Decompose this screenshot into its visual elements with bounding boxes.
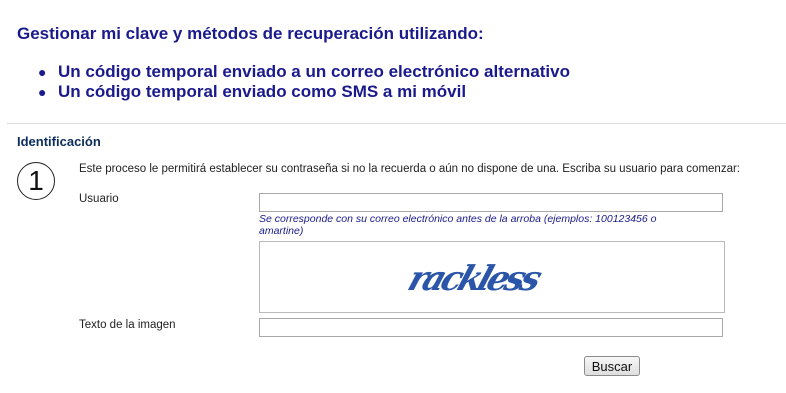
image-text-input[interactable]	[259, 318, 723, 337]
page-title: Gestionar mi clave y métodos de recupera…	[17, 24, 484, 43]
username-input[interactable]	[259, 193, 723, 212]
image-text-label: Texto de la imagen	[79, 319, 176, 331]
list-item: ● Un código temporal enviado como SMS a m…	[38, 82, 570, 102]
section-divider	[7, 123, 786, 124]
section-title: Identificación	[17, 134, 101, 149]
bullet-icon: ●	[38, 64, 47, 80]
recovery-methods-list: ● Un código temporal enviado a un correo …	[38, 62, 570, 102]
captcha-graphic: rackless	[403, 259, 546, 299]
username-label: Usuario	[79, 193, 119, 205]
list-item: ● Un código temporal enviado a un correo …	[38, 62, 570, 82]
bullet-icon: ●	[38, 84, 47, 100]
method-sms-label: Un código temporal enviado como SMS a mi…	[58, 82, 467, 101]
captcha-image: rackless	[259, 241, 725, 313]
username-hint: Se corresponde con su correo electrónico…	[259, 213, 657, 237]
captcha-text: rackless	[403, 259, 546, 299]
search-button[interactable]: Buscar	[584, 356, 640, 376]
method-email-label: Un código temporal enviado a un correo e…	[58, 62, 570, 81]
intro-text: Este proceso le permitirá establecer su …	[79, 163, 740, 175]
step-number-badge: 1	[17, 162, 55, 200]
